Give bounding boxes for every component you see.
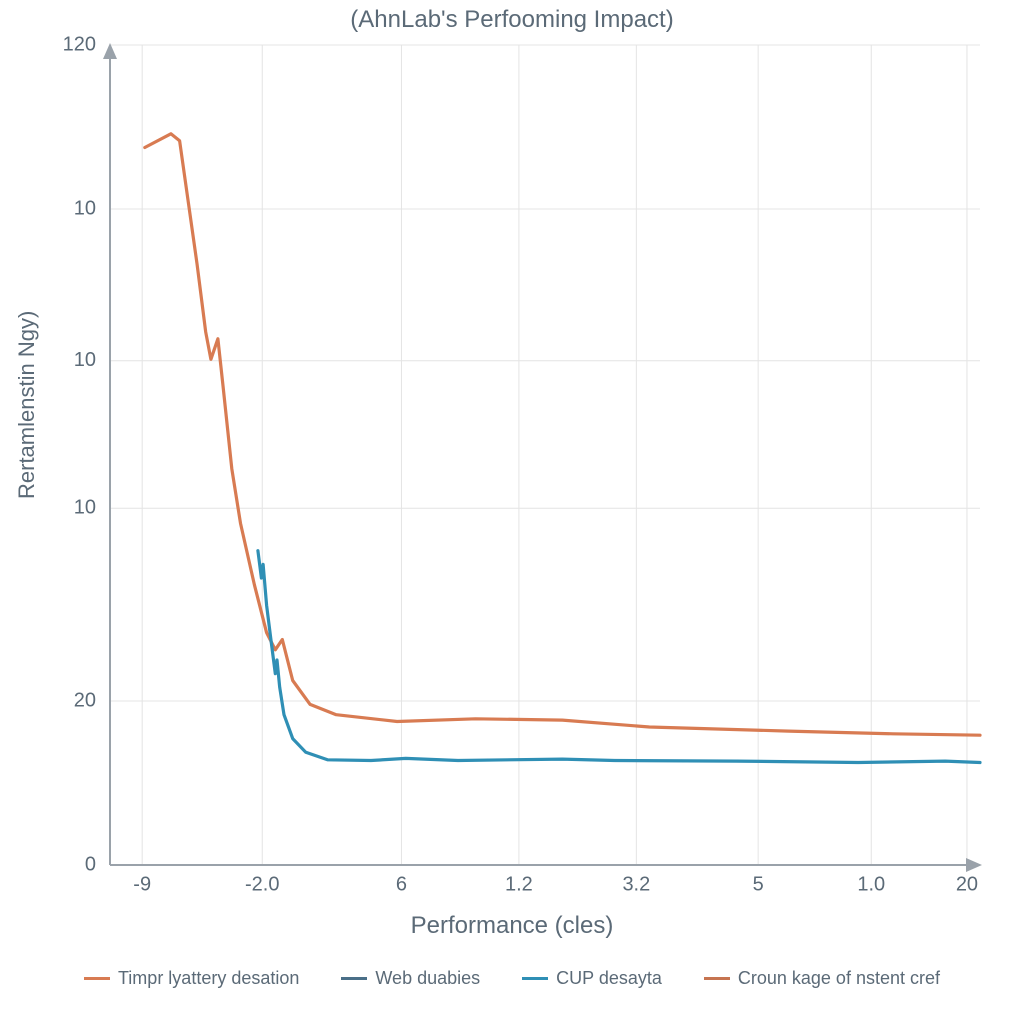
x-tick-label: -9	[133, 874, 151, 896]
legend-item: Timpr lyattery desation	[84, 968, 299, 989]
legend-label: Croun kage of nstent cref	[738, 968, 940, 989]
chart-plot: 020101010120 -9-2.061.23.251.020	[110, 45, 980, 865]
chart-title: (AhnLab's Perfooming Impact)	[0, 6, 1024, 34]
x-tick-label: 3.2	[622, 874, 650, 896]
y-axis-label: Rertamlenstin Ngy)	[14, 311, 40, 499]
legend-swatch	[84, 977, 110, 980]
legend-swatch	[341, 977, 367, 980]
x-axis-label: Performance (cles)	[0, 912, 1024, 940]
x-tick-label: 1.2	[505, 874, 533, 896]
y-tick-label: 120	[63, 33, 96, 55]
x-tick-labels: -9 -2.0 6 1.2 3.2 5 1.0 20	[133, 874, 978, 896]
legend-swatch	[522, 977, 548, 980]
legend-label: Web duabies	[375, 968, 480, 989]
series-group	[145, 134, 980, 763]
x-tick-label: -2.0	[245, 874, 279, 896]
y-tick-labels: 0 20 10 10 10 120	[63, 33, 96, 875]
x-tick-label: 20	[956, 874, 978, 896]
legend-item: Croun kage of nstent cref	[704, 968, 940, 989]
legend-label: CUP desayta	[556, 968, 662, 989]
legend-label: Timpr lyattery desation	[118, 968, 299, 989]
y-tick-label: 10	[74, 497, 96, 519]
chart-container: (AhnLab's Perfooming Impact) Rertamlenst…	[0, 0, 1024, 1024]
y-tick-label: 10	[74, 349, 96, 371]
legend-item: CUP desayta	[522, 968, 662, 989]
y-tick-label: 0	[85, 853, 96, 875]
legend-item: Web duabies	[341, 968, 480, 989]
x-tick-label: 6	[396, 874, 407, 896]
x-tick-label: 5	[753, 874, 764, 896]
y-tick-label: 20	[74, 689, 96, 711]
axes	[103, 43, 982, 872]
legend-swatch	[704, 977, 730, 980]
legend: Timpr lyattery desation Web duabies CUP de…	[0, 968, 1024, 989]
x-tick-label: 1.0	[857, 874, 885, 896]
gridlines	[110, 45, 980, 865]
y-tick-label: 10	[74, 197, 96, 219]
